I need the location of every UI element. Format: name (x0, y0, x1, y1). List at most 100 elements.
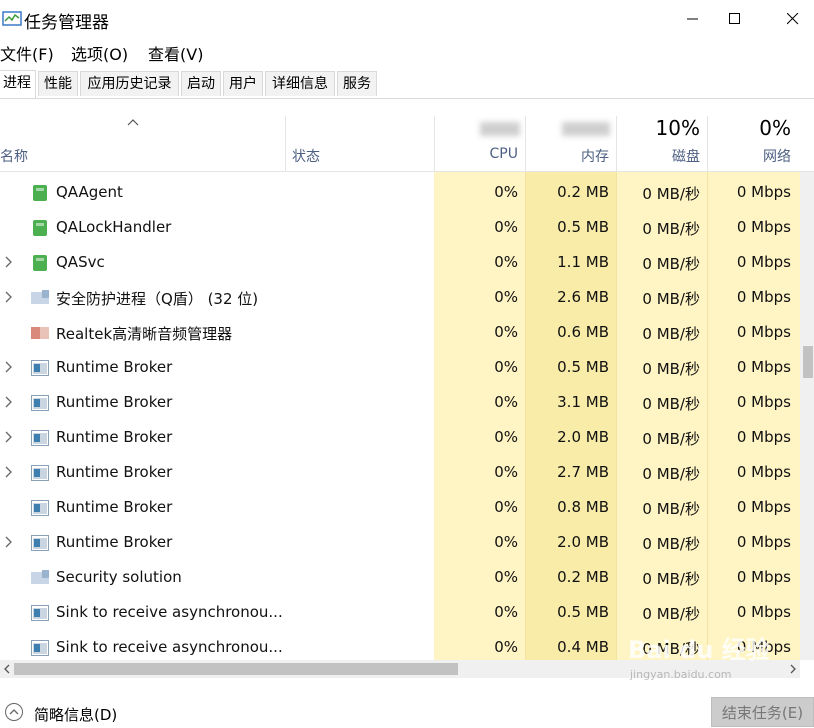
vertical-scroll-thumb[interactable] (803, 346, 813, 378)
process-name: Sink to receive asynchronou... (56, 638, 283, 656)
cpu-value: 0% (494, 428, 518, 446)
menu-bar: 文件(F) 选项(O) 查看(V) (0, 38, 814, 66)
disk-value: 0 MB/秒 (642, 605, 700, 623)
expand-chevron-icon[interactable] (4, 360, 14, 374)
tab-details[interactable]: 详细信息 (265, 71, 335, 96)
column-name[interactable]: 名称 (0, 146, 28, 166)
window-app-icon (31, 465, 49, 481)
disk-value: 0 MB/秒 (642, 535, 700, 553)
tab-services[interactable]: 服务 (337, 71, 377, 96)
disk-value: 0 MB/秒 (642, 570, 700, 588)
blurred-memory-pct (562, 122, 610, 136)
scroll-right-icon[interactable] (789, 664, 797, 674)
tab-app-history[interactable]: 应用历史记录 (80, 71, 179, 96)
memory-value: 3.1 MB (557, 393, 609, 411)
process-name: QAAgent (56, 183, 123, 201)
maximize-icon (729, 13, 740, 24)
expand-chevron-icon[interactable] (4, 535, 14, 549)
cpu-value: 0% (494, 638, 518, 656)
expand-chevron-icon[interactable] (4, 290, 14, 304)
column-cpu[interactable]: CPU (436, 146, 518, 162)
menu-file[interactable]: 文件(F) (0, 41, 54, 65)
network-value: 0 Mbps (736, 568, 791, 586)
baidu-watermark-url: jingyan.baidu.com (630, 668, 732, 681)
green-app-icon (33, 255, 47, 271)
process-name: Runtime Broker (56, 358, 173, 376)
tab-users[interactable]: 用户 (223, 71, 263, 96)
process-row[interactable]: Runtime Broker 0% 0.8 MB 0 MB/秒 0 Mbps (0, 490, 800, 525)
disk-value: 0 MB/秒 (642, 465, 700, 483)
sort-up-icon (127, 119, 139, 126)
process-row[interactable]: QASvc 0% 1.1 MB 0 MB/秒 0 Mbps (0, 245, 800, 280)
expand-chevron-icon[interactable] (4, 430, 14, 444)
network-value: 0 Mbps (736, 183, 791, 201)
process-name: Runtime Broker (56, 393, 173, 411)
process-row[interactable]: 安全防护进程（Q盾） (32 位) 0% 2.6 MB 0 MB/秒 0 Mbps (0, 280, 800, 315)
process-name: 安全防护进程（Q盾） (32 位) (56, 290, 259, 308)
window-app-icon (31, 640, 49, 656)
memory-value: 0.6 MB (557, 323, 609, 341)
network-value: 0 Mbps (736, 498, 791, 516)
process-row[interactable]: Sink to receive asynchronou... 0% 0.5 MB 0 … (0, 595, 800, 630)
end-task-button[interactable]: 结束任务(E) (711, 697, 814, 727)
minimize-icon (687, 18, 698, 20)
process-name: Runtime Broker (56, 463, 173, 481)
vertical-scrollbar[interactable] (800, 172, 814, 660)
process-row[interactable]: Runtime Broker 0% 2.0 MB 0 MB/秒 0 Mbps (0, 525, 800, 560)
title-bar: 任务管理器 (0, 0, 814, 38)
horizontal-scroll-thumb[interactable] (14, 663, 458, 675)
network-value: 0 Mbps (736, 288, 791, 306)
column-status[interactable]: 状态 (292, 146, 320, 166)
window-app-icon (31, 500, 49, 516)
network-value: 0 Mbps (736, 428, 791, 446)
disk-value: 0 MB/秒 (642, 255, 700, 273)
expand-chevron-icon[interactable] (4, 465, 14, 479)
close-icon (787, 13, 799, 25)
network-value: 0 Mbps (736, 463, 791, 481)
process-row[interactable]: Security solution 0% 0.2 MB 0 MB/秒 0 Mbps (0, 560, 800, 595)
menu-view[interactable]: 查看(V) (148, 41, 203, 65)
close-button[interactable] (770, 0, 814, 38)
minimize-button[interactable] (670, 0, 716, 38)
network-value: 0 Mbps (736, 603, 791, 621)
process-row[interactable]: QALockHandler 0% 0.5 MB 0 MB/秒 0 Mbps (0, 210, 800, 245)
process-name: QASvc (56, 253, 105, 271)
column-disk[interactable]: 磁盘 (618, 146, 700, 166)
cpu-value: 0% (494, 323, 518, 341)
network-value: 0 Mbps (736, 218, 791, 236)
tab-processes[interactable]: 进程 (0, 70, 36, 98)
window-app-icon (31, 605, 49, 621)
disk-value: 0 MB/秒 (642, 290, 700, 308)
expand-chevron-icon[interactable] (4, 395, 14, 409)
column-memory[interactable]: 内存 (527, 146, 609, 166)
process-name: Runtime Broker (56, 533, 173, 551)
memory-value: 2.7 MB (557, 463, 609, 481)
process-row[interactable]: Runtime Broker 0% 0.5 MB 0 MB/秒 0 Mbps (0, 350, 800, 385)
process-row[interactable]: Runtime Broker 0% 2.0 MB 0 MB/秒 0 Mbps (0, 420, 800, 455)
process-name: Realtek高清晰音频管理器 (56, 325, 233, 343)
column-network[interactable]: 网络 (709, 146, 791, 166)
tab-performance[interactable]: 性能 (38, 71, 78, 96)
shield-app-icon (31, 290, 49, 304)
process-row[interactable]: Runtime Broker 0% 2.7 MB 0 MB/秒 0 Mbps (0, 455, 800, 490)
process-list: QAAgent 0% 0.2 MB 0 MB/秒 0 Mbps QALockHandler… (0, 172, 800, 660)
fewer-details-link[interactable]: 简略信息(D) (34, 704, 117, 725)
baidu-watermark: Bai du 经验 (628, 636, 770, 664)
window-app-icon (31, 360, 49, 376)
memory-value: 2.6 MB (557, 288, 609, 306)
process-row[interactable]: Runtime Broker 0% 3.1 MB 0 MB/秒 0 Mbps (0, 385, 800, 420)
menu-options[interactable]: 选项(O) (71, 41, 128, 65)
process-row[interactable]: Realtek高清晰音频管理器 0% 0.6 MB 0 MB/秒 0 Mbps (0, 315, 800, 350)
tab-startup[interactable]: 启动 (181, 71, 221, 96)
process-name: Security solution (56, 568, 182, 586)
cpu-value: 0% (494, 288, 518, 306)
collapse-up-icon[interactable] (4, 702, 24, 722)
disk-value: 0 MB/秒 (642, 430, 700, 448)
footer (0, 690, 814, 728)
scroll-left-icon[interactable] (3, 664, 11, 674)
maximize-button[interactable] (712, 0, 758, 38)
expand-chevron-icon[interactable] (4, 255, 14, 269)
process-row[interactable]: QAAgent 0% 0.2 MB 0 MB/秒 0 Mbps (0, 175, 800, 210)
network-usage-pct: 0% (759, 116, 791, 140)
cpu-value: 0% (494, 603, 518, 621)
